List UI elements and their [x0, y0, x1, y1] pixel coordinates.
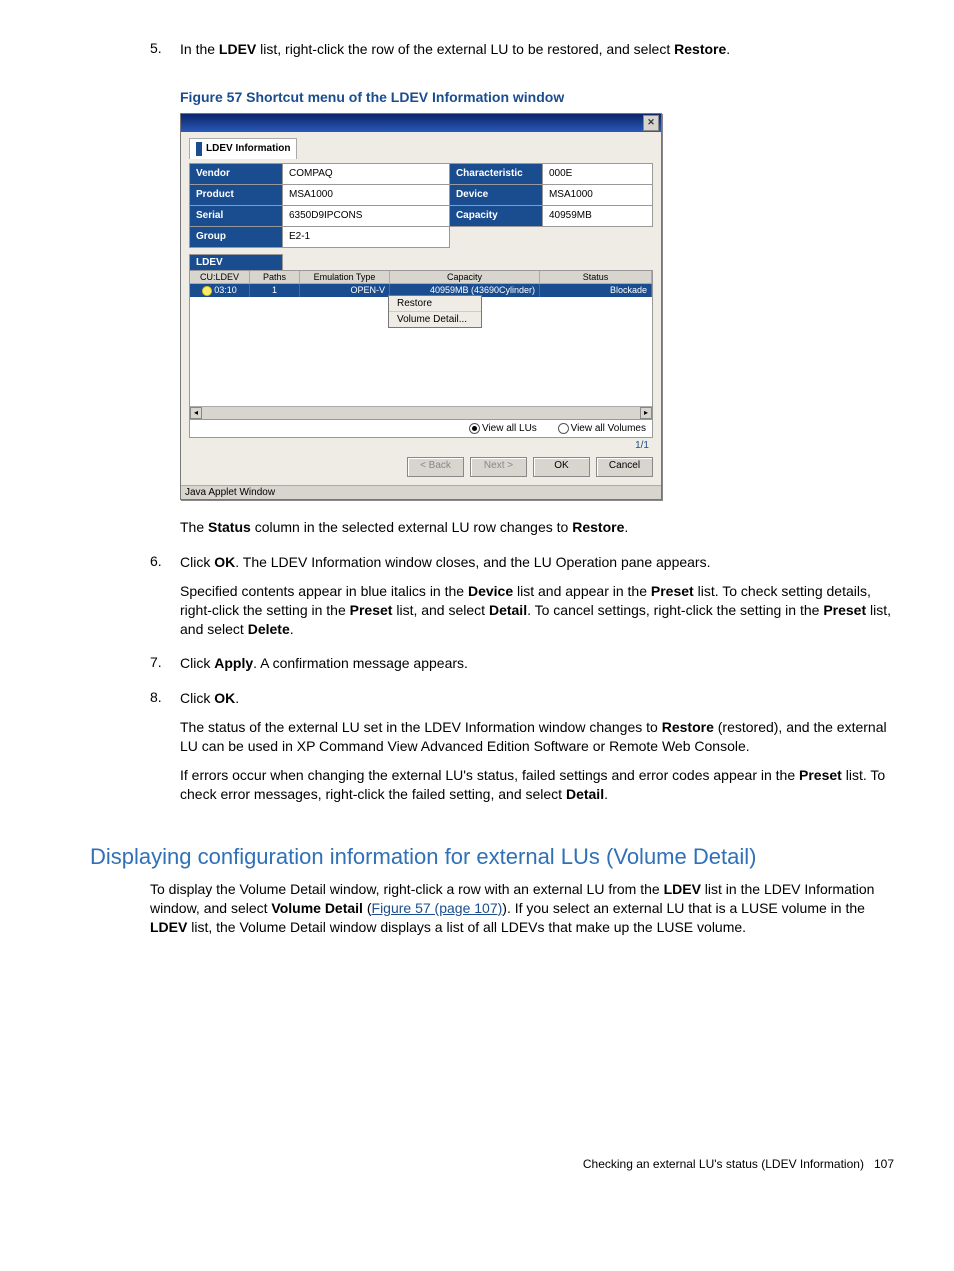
- tab-ldev-information[interactable]: LDEV Information: [189, 138, 297, 159]
- vendor-value: COMPAQ: [283, 163, 450, 184]
- col-emulation[interactable]: Emulation Type: [300, 271, 390, 284]
- product-header: Product: [190, 184, 283, 205]
- figure-caption: Figure 57 Shortcut menu of the LDEV Info…: [180, 89, 894, 105]
- characteristic-value: 000E: [542, 163, 652, 184]
- step-number: 7.: [90, 654, 180, 683]
- col-status[interactable]: Status: [540, 271, 652, 284]
- cell-culdev: 03:10: [190, 284, 250, 297]
- ldev-info-window: ✕ LDEV Information Vendor COMPAQ Charact…: [180, 113, 662, 500]
- serial-value: 6350D9IPCONS: [283, 205, 450, 226]
- ldev-header-row: CU:LDEV Paths Emulation Type Capacity St…: [190, 271, 652, 284]
- col-capacity[interactable]: Capacity: [390, 271, 540, 284]
- device-header: Device: [449, 184, 542, 205]
- step-6: 6. Click OK. The LDEV Information window…: [90, 553, 894, 649]
- step-7: 7. Click Apply. A confirmation message a…: [90, 654, 894, 683]
- ctx-restore[interactable]: Restore: [389, 296, 481, 312]
- step-number: 5.: [90, 40, 180, 69]
- page-indicator: 1/1: [189, 438, 653, 453]
- scroll-left-icon[interactable]: ◂: [190, 407, 202, 419]
- radio-view-all-volumes[interactable]: View all Volumes: [558, 423, 646, 434]
- status-bar: Java Applet Window: [181, 485, 661, 499]
- next-button[interactable]: Next >: [470, 457, 527, 477]
- group-header: Group: [190, 226, 283, 247]
- cell-paths: 1: [250, 284, 300, 297]
- tab-marker-icon: [196, 142, 202, 156]
- vendor-header: Vendor: [190, 163, 283, 184]
- capacity-value: 40959MB: [542, 205, 652, 226]
- step-5: 5. In the LDEV list, right-click the row…: [90, 40, 894, 69]
- col-culdev[interactable]: CU:LDEV: [190, 271, 250, 284]
- characteristic-header: Characteristic: [449, 163, 542, 184]
- tab-label: LDEV Information: [206, 143, 290, 154]
- step-text: In the LDEV list, right-click the row of…: [180, 40, 894, 59]
- step-8: 8. Click OK. The status of the external …: [90, 689, 894, 813]
- section-body: To display the Volume Detail window, rig…: [150, 880, 894, 937]
- clock-icon: [202, 286, 212, 296]
- ctx-volume-detail[interactable]: Volume Detail...: [389, 312, 481, 327]
- section-text: To display the Volume Detail window, rig…: [150, 880, 894, 937]
- step-text: The status of the external LU set in the…: [180, 718, 894, 756]
- page-footer: Checking an external LU's status (LDEV I…: [90, 1157, 894, 1171]
- context-menu: Restore Volume Detail...: [388, 295, 482, 328]
- view-radio-group: View all LUs View all Volumes: [189, 420, 653, 438]
- device-value: MSA1000: [542, 184, 652, 205]
- step-text: Specified contents appear in blue italic…: [180, 582, 894, 639]
- product-value: MSA1000: [283, 184, 450, 205]
- step-text: The Status column in the selected extern…: [180, 518, 894, 537]
- info-table: Vendor COMPAQ Characteristic 000E Produc…: [189, 163, 653, 248]
- serial-header: Serial: [190, 205, 283, 226]
- step-text: If errors occur when changing the extern…: [180, 766, 894, 804]
- radio-icon: [558, 423, 569, 434]
- group-value: E2-1: [283, 226, 450, 247]
- window-titlebar: ✕: [181, 114, 661, 132]
- section-heading: Displaying configuration information for…: [90, 844, 894, 870]
- page-number: 107: [874, 1157, 894, 1171]
- cancel-button[interactable]: Cancel: [596, 457, 653, 477]
- footer-text: Checking an external LU's status (LDEV I…: [583, 1157, 864, 1171]
- radio-view-all-lus[interactable]: View all LUs: [469, 423, 537, 434]
- capacity-header: Capacity: [449, 205, 542, 226]
- horizontal-scrollbar[interactable]: ◂ ▸: [190, 406, 652, 419]
- ldev-grid: CU:LDEV Paths Emulation Type Capacity St…: [189, 270, 653, 420]
- back-button[interactable]: < Back: [407, 457, 464, 477]
- step-5-result: The Status column in the selected extern…: [90, 518, 894, 547]
- cell-status: Blockade: [540, 284, 652, 297]
- close-icon[interactable]: ✕: [643, 115, 659, 131]
- step-number: 6.: [90, 553, 180, 649]
- col-paths[interactable]: Paths: [250, 271, 300, 284]
- ldev-panel-label: LDEV: [189, 254, 283, 270]
- step-text: Click Apply. A confirmation message appe…: [180, 654, 894, 673]
- radio-icon: [469, 423, 480, 434]
- cell-emulation: OPEN-V: [300, 284, 390, 297]
- step-text: Click OK.: [180, 689, 894, 708]
- ok-button[interactable]: OK: [533, 457, 590, 477]
- step-text: Click OK. The LDEV Information window cl…: [180, 553, 894, 572]
- button-row: < Back Next > OK Cancel: [189, 457, 653, 477]
- scroll-right-icon[interactable]: ▸: [640, 407, 652, 419]
- figure-link[interactable]: Figure 57 (page 107): [372, 900, 503, 916]
- step-number: 8.: [90, 689, 180, 813]
